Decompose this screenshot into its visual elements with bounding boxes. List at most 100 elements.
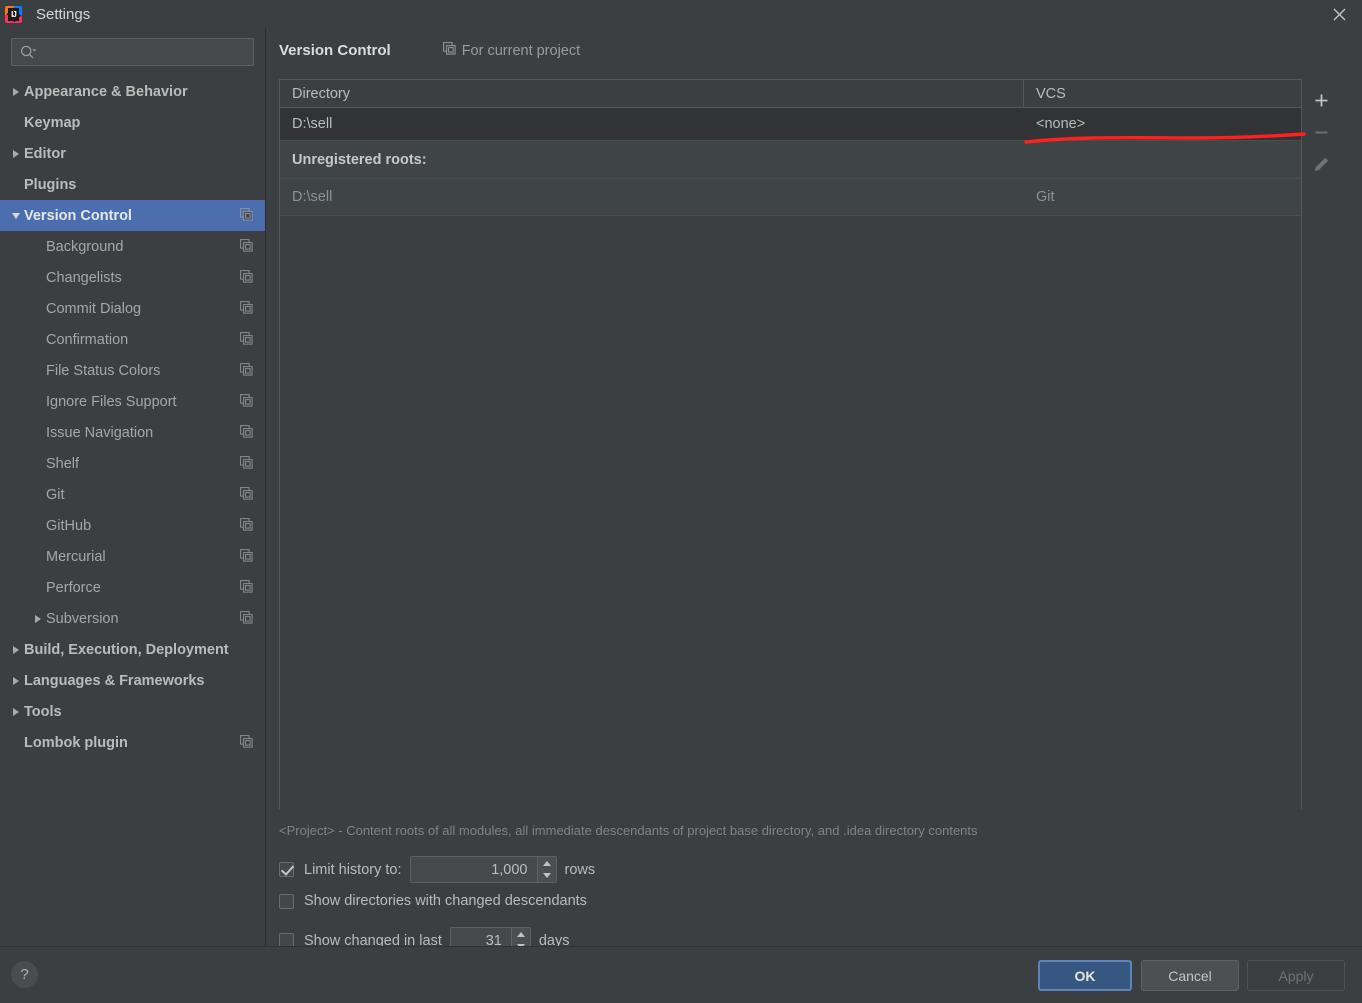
table-body: D:\sell <none> Unregistered roots: D:\sell G…: [280, 108, 1301, 216]
sidebar-item-build-execution-deployment[interactable]: Build, Execution, Deployment: [0, 634, 265, 665]
sidebar-item-label: Ignore Files Support: [46, 393, 177, 410]
window-title: Settings: [36, 5, 91, 23]
chevron-right-icon[interactable]: [8, 676, 24, 685]
apply-button[interactable]: Apply: [1247, 960, 1345, 991]
edit-mapping-button[interactable]: [1305, 148, 1337, 180]
sidebar-item-shelf[interactable]: Shelf: [0, 448, 265, 479]
intellij-idea-logo-icon: IJ: [5, 5, 22, 23]
copy-scope-icon: [240, 548, 253, 565]
show-directories-label: Show directories with changed descendant…: [304, 893, 587, 909]
chevron-right-icon[interactable]: [8, 645, 24, 654]
copy-scope-icon: [240, 610, 253, 627]
sidebar-item-label: Subversion: [46, 610, 119, 627]
sidebar-item-background[interactable]: Background: [0, 231, 265, 262]
column-header-vcs[interactable]: VCS: [1024, 80, 1301, 107]
sidebar-item-tools[interactable]: Tools: [0, 696, 265, 727]
sidebar-item-editor[interactable]: Editor: [0, 138, 265, 169]
add-mapping-button[interactable]: [1305, 84, 1337, 116]
chevron-right-icon[interactable]: [8, 149, 24, 158]
table-row[interactable]: D:\sell Git: [280, 179, 1301, 216]
show-directories-checkbox[interactable]: [279, 893, 294, 909]
copy-scope-icon: [240, 455, 253, 472]
remove-mapping-button[interactable]: [1305, 116, 1337, 148]
sidebar-item-commit-dialog[interactable]: Commit Dialog: [0, 293, 265, 324]
sidebar-item-changelists[interactable]: Changelists: [0, 262, 265, 293]
sidebar-item-label: Plugins: [24, 176, 77, 193]
chevron-up-icon: [542, 860, 551, 866]
sidebar-item-version-control[interactable]: Version Control: [0, 200, 265, 231]
copy-scope-icon: [240, 300, 253, 317]
sidebar-item-label: Git: [46, 486, 65, 503]
limit-history-checkbox[interactable]: [279, 862, 294, 877]
table-row[interactable]: Unregistered roots:: [280, 141, 1301, 179]
close-glyph: [1333, 8, 1345, 20]
sidebar-item-label: Lombok plugin: [24, 734, 128, 751]
sidebar-item-file-status-colors[interactable]: File Status Colors: [0, 355, 265, 386]
sidebar-item-keymap[interactable]: Keymap: [0, 107, 265, 138]
sidebar-item-label: Mercurial: [46, 548, 106, 565]
sidebar-item-label: Commit Dialog: [46, 300, 142, 317]
pencil-icon: [1314, 157, 1328, 171]
chevron-right-icon[interactable]: [30, 614, 46, 623]
sidebar-item-subversion[interactable]: Subversion: [0, 603, 265, 634]
sidebar-item-label: Tools: [24, 703, 62, 720]
limit-history-spin-buttons: [536, 857, 556, 883]
column-header-directory[interactable]: Directory: [280, 80, 1024, 107]
minus-icon: [1315, 131, 1327, 133]
sidebar-item-label: Languages & Frameworks: [24, 672, 205, 689]
limit-history-stepper[interactable]: 1,000: [409, 856, 557, 883]
ok-button[interactable]: OK: [1038, 960, 1132, 991]
help-button[interactable]: ?: [11, 961, 38, 988]
sidebar-item-mercurial[interactable]: Mercurial: [0, 541, 265, 572]
copy-scope-icon: [240, 486, 253, 503]
vcs-mappings-table: Directory VCS D:\sell <none> Unregistered …: [279, 79, 1302, 944]
sidebar-item-confirmation[interactable]: Confirmation: [0, 324, 265, 355]
sidebar-item-lombok-plugin[interactable]: Lombok plugin: [0, 727, 265, 758]
limit-history-value[interactable]: 1,000: [410, 857, 537, 882]
chevron-down-icon[interactable]: [8, 212, 24, 219]
limit-history-row: Limit history to: 1,000 rows: [279, 856, 595, 883]
sidebar-item-label: Version Control: [24, 207, 132, 224]
sidebar-item-label: Build, Execution, Deployment: [24, 641, 229, 658]
sidebar-item-git[interactable]: Git: [0, 479, 265, 510]
cell-vcs: <none>: [1036, 116, 1086, 132]
sidebar-item-ignore-files-support[interactable]: Ignore Files Support: [0, 386, 265, 417]
copy-scope-icon: [240, 579, 253, 596]
main-header: Version Control For current project: [267, 28, 1362, 59]
title-bar: IJ Settings: [0, 0, 1362, 28]
table-footnote: <Project> - Content roots of all modules…: [279, 823, 978, 838]
sidebar-item-label: Appearance & Behavior: [24, 83, 188, 100]
sidebar-item-issue-navigation[interactable]: Issue Navigation: [0, 417, 265, 448]
close-icon[interactable]: [1316, 0, 1362, 28]
copy-scope-icon: [240, 207, 253, 224]
cell-directory: D:\sell: [292, 189, 333, 205]
copy-scope-icon: [240, 734, 253, 751]
cancel-button[interactable]: Cancel: [1141, 960, 1239, 991]
table-row[interactable]: D:\sell <none>: [280, 108, 1301, 141]
search-box[interactable]: [11, 38, 254, 66]
sidebar-item-languages-frameworks[interactable]: Languages & Frameworks: [0, 665, 265, 696]
chevron-right-icon[interactable]: [8, 87, 24, 96]
sidebar-item-github[interactable]: GitHub: [0, 510, 265, 541]
table-toolbar: [1303, 79, 1339, 209]
cell-directory: Unregistered roots:: [292, 151, 427, 168]
spin-down-button[interactable]: [538, 870, 556, 883]
spin-up-button[interactable]: [512, 928, 530, 941]
chevron-right-icon[interactable]: [8, 707, 24, 716]
spin-up-button[interactable]: [538, 857, 556, 870]
sidebar-item-label: Editor: [24, 145, 66, 162]
sidebar-item-plugins[interactable]: Plugins: [0, 169, 265, 200]
sidebar-item-perforce[interactable]: Perforce: [0, 572, 265, 603]
chevron-up-icon: [516, 931, 525, 937]
copy-scope-icon: [442, 42, 456, 59]
sidebar-item-appearance-behavior[interactable]: Appearance & Behavior: [0, 76, 265, 107]
copy-scope-icon: [240, 517, 253, 534]
sidebar-item-label: Issue Navigation: [46, 424, 154, 441]
search-input[interactable]: [41, 44, 245, 60]
settings-sidebar: Appearance & Behavior Keymap Editor Plugins…: [0, 28, 266, 946]
show-directories-row: Show directories with changed descendant…: [279, 893, 587, 909]
search-icon: [20, 45, 37, 60]
cell-directory: D:\sell: [292, 116, 333, 132]
sidebar-item-label: File Status Colors: [46, 362, 161, 379]
sidebar-item-label: Changelists: [46, 269, 122, 286]
